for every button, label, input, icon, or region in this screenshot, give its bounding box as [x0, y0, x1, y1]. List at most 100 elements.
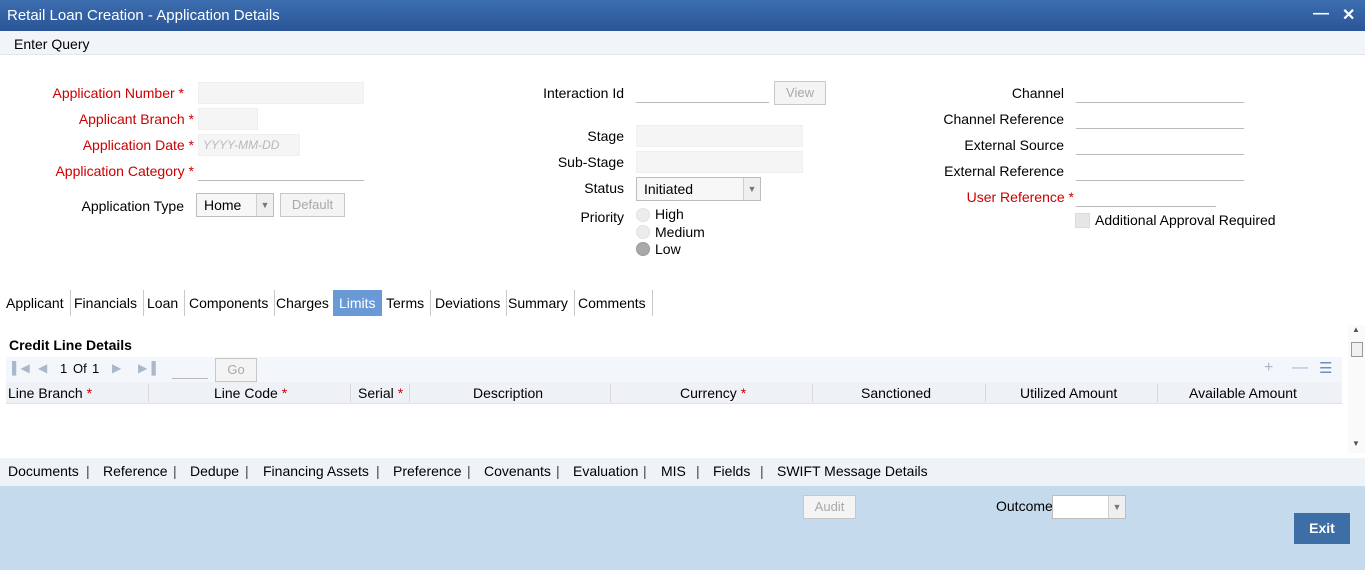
column-sanctioned: Sanctioned — [861, 385, 932, 401]
chevron-down-icon: ▼ — [1108, 496, 1125, 518]
applicant-branch-field[interactable] — [198, 108, 258, 130]
audit-button[interactable]: Audit — [803, 495, 856, 519]
enter-query-menu[interactable]: Enter Query — [14, 36, 89, 52]
window-title: Retail Loan Creation - Application Detai… — [7, 7, 280, 24]
additional-approval-label: Additional Approval Required — [1095, 212, 1276, 228]
grid-body — [6, 404, 1342, 452]
delete-row-icon[interactable]: — — [1292, 359, 1308, 377]
chevron-down-icon: ▼ — [256, 194, 273, 216]
outcome-label: Outcome — [996, 498, 1053, 514]
channel-reference-field[interactable] — [1076, 107, 1244, 129]
column-utilized-amount: Utilized Amount — [1020, 385, 1118, 401]
credit-line-details-title: Credit Line Details — [9, 337, 132, 353]
interaction-id-field[interactable] — [636, 81, 769, 103]
go-button[interactable]: Go — [215, 358, 257, 382]
tab-components[interactable]: Components — [183, 290, 276, 316]
tab-summary[interactable]: Summary — [502, 290, 575, 316]
close-icon[interactable]: ✕ — [1342, 5, 1355, 25]
total-pages: 1 — [92, 361, 100, 376]
tab-terms[interactable]: Terms — [380, 290, 432, 316]
priority-medium-radio[interactable] — [636, 225, 650, 239]
priority-label: Priority — [580, 209, 624, 225]
interaction-id-label: Interaction Id — [543, 85, 624, 101]
link-dedupe[interactable]: Dedupe — [190, 463, 239, 479]
default-button[interactable]: Default — [280, 193, 345, 217]
priority-high-radio[interactable] — [636, 208, 650, 222]
priority-low-label: Low — [655, 241, 681, 257]
application-category-field[interactable] — [198, 159, 364, 181]
add-row-icon[interactable]: + — [1264, 359, 1273, 377]
external-reference-field[interactable] — [1076, 159, 1244, 181]
last-page-icon[interactable]: ▶▐ — [138, 361, 156, 375]
channel-field[interactable] — [1076, 81, 1244, 103]
footer-panel — [0, 486, 1365, 570]
link-reference[interactable]: Reference — [103, 463, 168, 479]
tab-charges[interactable]: Charges — [270, 290, 336, 316]
link-documents[interactable]: Documents — [8, 463, 79, 479]
priority-high-label: High — [655, 206, 684, 222]
link-fields[interactable]: Fields — [713, 463, 750, 479]
current-page: 1 — [60, 361, 68, 376]
stage-field[interactable] — [636, 125, 803, 147]
application-type-label: Application Type — [81, 198, 184, 214]
column-description: Description — [473, 385, 544, 401]
exit-button[interactable]: Exit — [1294, 513, 1350, 544]
external-source-label: External Source — [964, 137, 1064, 153]
tab-financials[interactable]: Financials — [68, 290, 145, 316]
link-swift-message-details[interactable]: SWIFT Message Details — [777, 463, 928, 479]
view-button[interactable]: View — [774, 81, 826, 105]
application-date-field[interactable]: YYYY-MM-DD — [198, 134, 300, 156]
grid-header: Line Branch * Line Code * Serial * Descr… — [6, 382, 1342, 404]
column-serial: Serial * — [358, 385, 404, 401]
scroll-up-icon[interactable]: ▲ — [1352, 325, 1360, 334]
priority-medium-label: Medium — [655, 224, 705, 240]
of-label: Of — [73, 361, 87, 376]
application-type-select[interactable]: Home ▼ — [196, 193, 274, 217]
chevron-down-icon: ▼ — [743, 178, 760, 200]
application-number-label: Application Number * — [52, 85, 184, 101]
tab-applicant[interactable]: Applicant — [0, 290, 71, 316]
application-number-field[interactable] — [198, 82, 364, 104]
channel-label: Channel — [1011, 85, 1064, 101]
status-label: Status — [584, 180, 624, 196]
user-reference-field[interactable] — [1076, 185, 1216, 207]
link-evaluation[interactable]: Evaluation — [573, 463, 638, 479]
link-financing-assets[interactable]: Financing Assets — [263, 463, 369, 479]
column-available-amount: Available Amount — [1189, 385, 1297, 401]
page-number-input[interactable] — [172, 358, 208, 379]
previous-page-icon[interactable]: ◀ — [38, 361, 47, 375]
scroll-down-icon[interactable]: ▼ — [1352, 439, 1360, 448]
bottom-links-bar: Documents | Reference | Dedupe | Financi… — [0, 458, 1365, 486]
external-source-field[interactable] — [1076, 133, 1244, 155]
column-currency: Currency * — [680, 385, 747, 401]
channel-reference-label: Channel Reference — [943, 111, 1064, 127]
user-reference-label: User Reference * — [966, 189, 1074, 205]
sub-stage-field[interactable] — [636, 151, 803, 173]
outcome-select[interactable]: ▼ — [1052, 495, 1126, 519]
additional-approval-checkbox[interactable] — [1075, 213, 1090, 228]
list-view-icon[interactable]: ☰ — [1319, 359, 1332, 377]
application-category-label: Application Category * — [55, 163, 194, 179]
sub-stage-label: Sub-Stage — [557, 154, 624, 170]
first-page-icon[interactable]: ▌◀ — [12, 361, 30, 375]
window-titlebar: Retail Loan Creation - Application Detai… — [0, 0, 1365, 31]
menu-bar: Enter Query — [0, 31, 1365, 55]
link-mis[interactable]: MIS — [661, 463, 686, 479]
tab-comments[interactable]: Comments — [572, 290, 653, 316]
external-reference-label: External Reference — [944, 163, 1064, 179]
applicant-branch-label: Applicant Branch * — [78, 111, 194, 127]
tab-loan[interactable]: Loan — [141, 290, 186, 316]
status-select[interactable]: Initiated ▼ — [636, 177, 761, 201]
priority-low-radio[interactable] — [636, 242, 650, 256]
grid-scrollbar[interactable]: ▲ ▼ — [1348, 325, 1365, 453]
tab-limits[interactable]: Limits — [333, 290, 382, 316]
column-line-code: Line Code * — [214, 385, 288, 401]
link-covenants[interactable]: Covenants — [484, 463, 551, 479]
link-preference[interactable]: Preference — [393, 463, 461, 479]
tab-deviations[interactable]: Deviations — [429, 290, 508, 316]
next-page-icon[interactable]: ▶ — [112, 361, 121, 375]
grid-pager: ▌◀ ◀ 1 Of 1 ▶ ▶▐ Go + — ☰ — [6, 357, 1342, 382]
minimize-icon[interactable]: — — [1313, 5, 1329, 23]
application-date-label: Application Date * — [82, 137, 194, 153]
scroll-thumb[interactable] — [1351, 342, 1363, 357]
